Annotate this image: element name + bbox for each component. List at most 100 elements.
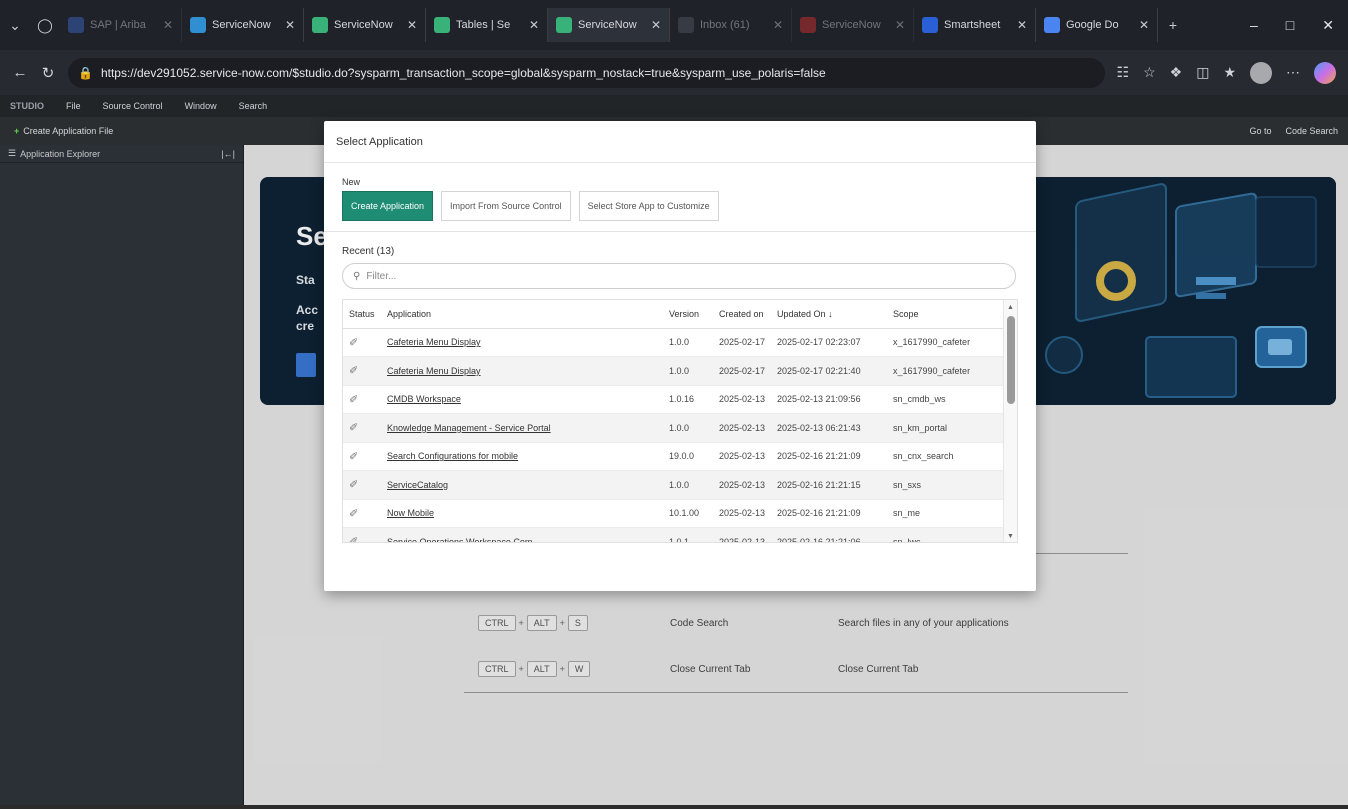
updated-on-cell: 2025-02-16 21:21:09 — [771, 442, 887, 471]
code-search-button[interactable]: Code Search — [1285, 126, 1338, 136]
back-arrow-icon[interactable]: ← — [6, 59, 34, 87]
servicenow-icon — [312, 17, 328, 33]
version-cell: 1.0.16 — [663, 385, 713, 414]
table-row[interactable]: ✐ Knowledge Management - Service Portal 1.… — [343, 413, 1005, 443]
updated-on-cell: 2025-02-16 21:21:09 — [771, 499, 887, 528]
table-row[interactable]: ✐ Now Mobile 10.1.00 2025-02-13 2025-02-16 2… — [343, 499, 1005, 528]
table-row[interactable]: ✐ Cafeteria Menu Display 1.0.0 2025-02-17 20… — [343, 328, 1005, 357]
table-row[interactable]: ✐ Cafeteria Menu Display 1.0.0 2025-02-17 20… — [343, 356, 1005, 386]
application-link[interactable]: Cafeteria Menu Display — [387, 366, 481, 376]
application-explorer-sidebar: ☰ Application Explorer |←| — [0, 145, 244, 805]
url-text: https://dev291052.service-now.com/$studi… — [100, 65, 826, 80]
table-row[interactable]: ✐ ServiceCatalog 1.0.0 2025-02-13 2025-02-16… — [343, 470, 1005, 500]
column-status[interactable]: Status — [343, 300, 381, 329]
close-tab-icon[interactable]: ✕ — [285, 18, 295, 32]
application-cell: ServiceCatalog — [381, 470, 663, 500]
extensions-icon[interactable]: ❖ — [1170, 64, 1183, 81]
select-application-dialog: Select Application New Create Applicatio… — [324, 121, 1036, 591]
new-section-label: New — [342, 177, 361, 187]
link-status-icon: ✐ — [343, 328, 381, 357]
application-link[interactable]: CMDB Workspace — [387, 394, 461, 404]
recent-applications-label: Recent (13) — [342, 246, 395, 257]
workspaces-icon[interactable]: ◯ — [30, 10, 60, 40]
tab-title: Inbox (61) — [700, 19, 750, 31]
favorites-icon[interactable]: ★ — [1223, 64, 1236, 81]
version-cell: 10.1.00 — [663, 499, 713, 528]
close-tab-icon[interactable]: ✕ — [773, 18, 783, 32]
menu-source-control[interactable]: Source Control — [103, 101, 163, 111]
menu-window[interactable]: Window — [185, 101, 217, 111]
close-tab-icon[interactable]: ✕ — [407, 18, 417, 32]
tab-title: ServiceNow — [334, 19, 393, 31]
column-version[interactable]: Version — [663, 300, 713, 329]
close-tab-icon[interactable]: ✕ — [1017, 18, 1027, 32]
column-updated-on[interactable]: Updated On ↓ — [771, 300, 887, 329]
close-tab-icon[interactable]: ✕ — [1139, 18, 1149, 32]
close-window-icon[interactable]: ✕ — [1322, 17, 1334, 34]
version-cell: 19.0.0 — [663, 442, 713, 471]
create-application-file-label: Create Application File — [23, 126, 114, 136]
split-screen-icon[interactable]: ◫ — [1196, 64, 1209, 81]
application-link[interactable]: Cafeteria Menu Display — [387, 337, 481, 347]
import-from-source-control-button[interactable]: Import From Source Control — [441, 191, 571, 221]
column-application[interactable]: Application — [381, 300, 663, 329]
menu-search[interactable]: Search — [239, 101, 268, 111]
application-link[interactable]: Knowledge Management - Service Portal — [387, 423, 551, 433]
create-application-button[interactable]: Create Application — [342, 191, 434, 221]
browser-tab[interactable]: Tables | Se ✕ — [426, 8, 548, 42]
browser-tab[interactable]: ServiceNow ✕ — [182, 8, 304, 42]
table-row[interactable]: ✐ Service Operations Workspace Com 1.0.1 20… — [343, 527, 1005, 542]
refresh-icon[interactable]: ↻ — [34, 59, 62, 87]
collapse-sidebar-icon[interactable]: |←| — [221, 149, 235, 159]
table-row[interactable]: ✐ CMDB Workspace 1.0.16 2025-02-13 2025-02-1… — [343, 385, 1005, 414]
url-field[interactable]: 🔒 https://dev291052.service-now.com/$stu… — [68, 57, 1105, 88]
filter-input[interactable]: ⚲ Filter... — [342, 263, 1016, 289]
go-to-button[interactable]: Go to — [1249, 126, 1271, 136]
link-status-icon: ✐ — [343, 385, 381, 414]
select-store-app-button[interactable]: Select Store App to Customize — [578, 191, 719, 221]
scope-cell: sn_km_portal — [887, 413, 1005, 443]
close-tab-icon[interactable]: ✕ — [651, 18, 661, 32]
link-status-icon: ✐ — [343, 527, 381, 542]
profile-avatar[interactable] — [1250, 61, 1272, 84]
browser-tab[interactable]: Inbox (61) ✕ — [670, 8, 792, 42]
created-on-cell: 2025-02-13 — [713, 385, 771, 414]
close-tab-icon[interactable]: ✕ — [895, 18, 905, 32]
menu-file[interactable]: File — [66, 101, 81, 111]
browser-tab[interactable]: ServiceNow ✕ — [304, 8, 426, 42]
scrollbar-thumb[interactable] — [1007, 316, 1015, 404]
application-link[interactable]: Now Mobile — [387, 508, 434, 518]
minimize-icon[interactable]: – — [1250, 17, 1258, 33]
new-tab-plus-icon[interactable]: + — [1158, 10, 1188, 40]
scope-cell: x_1617990_cafeter — [887, 328, 1005, 357]
reader-mode-icon[interactable]: ☷ — [1117, 64, 1130, 81]
browser-tab[interactable]: ServiceNow ✕ — [792, 8, 914, 42]
search-icon: ⚲ — [353, 270, 361, 282]
column-scope[interactable]: Scope — [887, 300, 1005, 329]
application-link[interactable]: ServiceCatalog — [387, 480, 448, 490]
servicenow-icon — [434, 17, 450, 33]
application-link[interactable]: Service Operations Workspace Com — [387, 537, 532, 542]
table-scrollbar[interactable]: ▲ ▼ — [1003, 300, 1017, 542]
create-application-file-button[interactable]: + Create Application File — [14, 126, 113, 136]
scroll-up-icon[interactable]: ▲ — [1007, 304, 1014, 311]
table-row[interactable]: ✐ Search Configurations for mobile 19.0.0 2… — [343, 442, 1005, 471]
scope-cell: x_1617990_cafeter — [887, 356, 1005, 386]
copilot-icon[interactable] — [1314, 61, 1336, 84]
browser-tab[interactable]: SAP | Ariba ✕ — [60, 8, 182, 42]
tab-actions-chevron-icon[interactable]: ⌄ — [0, 10, 30, 40]
browser-tab[interactable]: Smartsheet ✕ — [914, 8, 1036, 42]
close-tab-icon[interactable]: ✕ — [529, 18, 539, 32]
favorite-star-icon[interactable]: ☆ — [1143, 64, 1156, 81]
tab-title: Tables | Se — [456, 19, 511, 31]
link-status-icon: ✐ — [343, 442, 381, 471]
created-on-cell: 2025-02-17 — [713, 356, 771, 386]
close-tab-icon[interactable]: ✕ — [163, 18, 173, 32]
browser-tab[interactable]: Google Do ✕ — [1036, 8, 1158, 42]
application-link[interactable]: Search Configurations for mobile — [387, 451, 518, 461]
column-created-on[interactable]: Created on — [713, 300, 771, 329]
scroll-down-icon[interactable]: ▼ — [1007, 533, 1014, 540]
more-menu-icon[interactable]: ⋯ — [1286, 64, 1300, 81]
browser-tab[interactable]: ServiceNow ✕ — [548, 8, 670, 42]
maximize-icon[interactable]: □ — [1286, 17, 1294, 33]
